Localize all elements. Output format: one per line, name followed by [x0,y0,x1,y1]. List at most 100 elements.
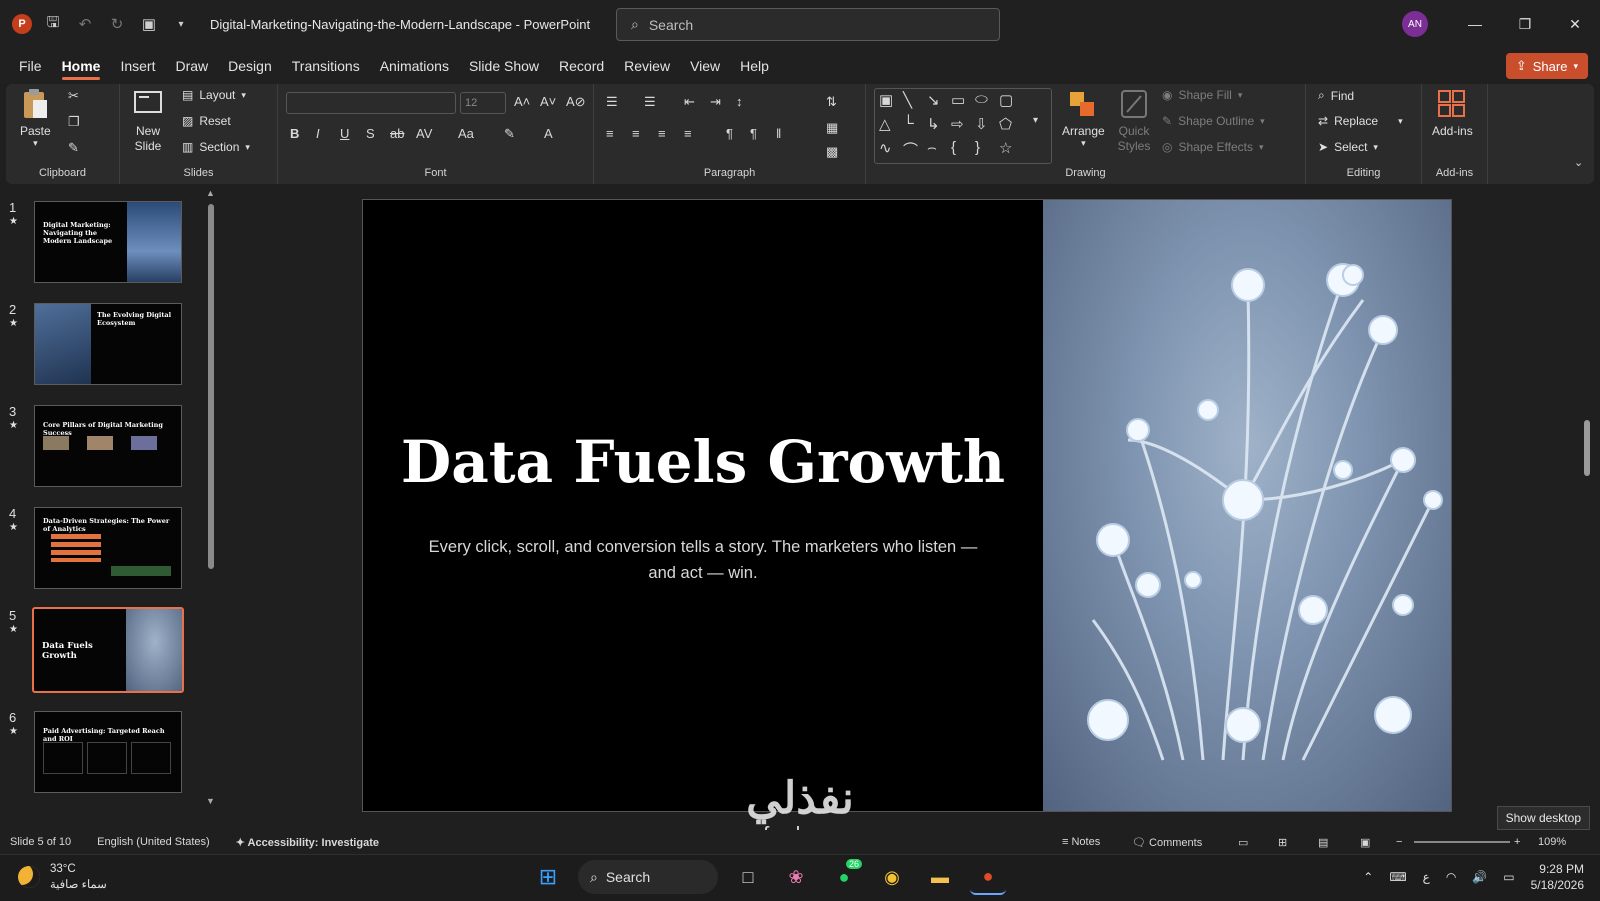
character-spacing-icon[interactable]: AV [416,126,432,141]
chrome-icon[interactable]: ◉ [874,859,910,895]
rounded-rect-shape-icon[interactable]: ▢ [999,91,1013,109]
shape-effects-button[interactable]: ◎ Shape Effects ▾ [1162,140,1264,154]
clear-formatting-icon[interactable]: A⊘ [566,94,586,110]
wifi-icon[interactable]: ◠ [1446,870,1456,884]
tab-review[interactable]: Review [624,52,670,80]
right-brace-shape-icon[interactable]: } [975,139,980,156]
share-button[interactable]: ⇪ Share ▾ [1505,53,1588,79]
align-center-icon[interactable]: ≡ [632,126,640,141]
replace-button[interactable]: ⇄ Replace ▾ [1318,114,1403,128]
highlight-icon[interactable]: ✎ [504,126,515,142]
search-input[interactable]: ⌕ Search [616,8,1000,41]
underline-icon[interactable]: U [340,126,349,141]
present-icon[interactable]: ▣ [138,13,160,35]
textbox-shape-icon[interactable]: ▣ [879,91,893,109]
thumbnails-scrollbar[interactable]: ▲ ▼ [206,188,216,828]
zoom-level[interactable]: 109% [1538,836,1566,848]
zoom-in-icon[interactable]: + [1514,836,1520,848]
undo-icon[interactable]: ↶ [74,13,96,35]
copilot-icon[interactable]: ❀ [778,859,814,895]
copy-icon[interactable]: ❐ [68,114,80,130]
reset-button[interactable]: ▨ Reset [182,114,231,128]
tab-insert[interactable]: Insert [120,52,155,80]
increase-font-icon[interactable]: A˄ [514,94,530,109]
font-size-select[interactable]: 12 [460,92,506,114]
align-text-icon[interactable]: ▦ [826,120,838,136]
slideshow-view-icon[interactable]: ▣ [1360,836,1370,849]
whatsapp-icon[interactable]: ● 26 [826,859,862,895]
rtl-icon[interactable]: ¶ [750,126,757,141]
volume-icon[interactable]: 🔊 [1472,870,1487,884]
scrollbar-thumb[interactable] [208,204,214,569]
arrange-button[interactable]: Arrange ▾ [1062,88,1105,149]
slide-subtitle[interactable]: Every click, scroll, and conversion tell… [421,534,985,586]
battery-icon[interactable]: ▭ [1503,870,1514,884]
line-shape-icon[interactable]: ╲ [903,91,912,109]
slide-thumbnail-4[interactable]: Data-Driven Strategies: The Power of Ana… [34,507,182,589]
star-shape-icon[interactable]: ☆ [999,139,1012,157]
slide-thumbnail-3[interactable]: Core Pillars of Digital Marketing Succes… [34,405,182,487]
format-painter-icon[interactable]: ✎ [68,140,79,156]
save-icon[interactable]: 🖫 [42,13,64,35]
columns-icon[interactable]: ‖ [776,126,781,141]
find-button[interactable]: ⌕ Find [1318,88,1354,103]
text-direction-icon[interactable]: ⇅ [826,94,837,110]
language-indicator[interactable]: English (United States) [97,836,210,848]
align-left-icon[interactable]: ≡ [606,126,614,141]
restore-button[interactable]: ❐ [1500,0,1550,48]
tab-animations[interactable]: Animations [380,52,449,80]
shapes-gallery[interactable]: ▣ ╲ ↘ ▭ ⬭ ▢ △ └ ↳ ⇨ ⇩ ⬠ ∿ ⌒ ⌢ { } ☆ ▾ [874,88,1052,164]
weather-widget[interactable]: 33°C سماء صافية [18,861,107,893]
oval-shape-icon[interactable]: ⬭ [975,91,988,108]
bold-icon[interactable]: B [290,126,299,141]
slide-title[interactable]: Data Fuels Growth [363,428,1043,496]
zoom-out-icon[interactable]: − [1396,836,1402,848]
minimize-button[interactable]: — [1450,0,1500,48]
tab-file[interactable]: File [19,52,42,80]
curve-shape-icon[interactable]: ⌢ [927,139,937,156]
align-right-icon[interactable]: ≡ [658,126,666,141]
justify-icon[interactable]: ≡ [684,126,692,141]
shadow-icon[interactable]: S [366,126,375,141]
notes-button[interactable]: ≡ Notes [1062,836,1100,848]
current-slide[interactable]: Data Fuels Growth Every click, scroll, a… [362,199,1452,812]
addins-button[interactable]: Add-ins [1432,88,1473,138]
windows-start-icon[interactable]: ⊞ [530,859,566,895]
taskbar-search[interactable]: ⌕ Search [578,860,718,894]
arrow-line-shape-icon[interactable]: ↘ [927,91,940,109]
powerpoint-taskbar-icon[interactable]: ● [970,859,1006,895]
line-spacing-icon[interactable]: ↕ [736,94,743,109]
language-indicator[interactable]: ع [1423,870,1430,884]
bullets-icon[interactable]: ☰ [606,94,618,110]
clock[interactable]: 9:28 PM 5/18/2026 [1531,861,1584,893]
tab-transitions[interactable]: Transitions [292,52,360,80]
comments-button[interactable]: 🗨 Comments [1132,836,1202,849]
slide-thumbnail-5[interactable]: Data Fuels Growth [32,607,184,693]
decrease-font-icon[interactable]: A˅ [540,94,556,109]
editor-scrollbar[interactable] [1582,190,1592,820]
slide-thumbnail-6[interactable]: Paid Advertising: Targeted Reach and ROI [34,711,182,793]
italic-icon[interactable]: I [316,126,320,141]
close-button[interactable]: ✕ [1550,0,1600,48]
slide-network-image[interactable] [1043,200,1451,811]
change-case-icon[interactable]: Aa [458,126,474,141]
chevron-up-icon[interactable]: ⌃ [1363,870,1373,884]
accessibility-checker[interactable]: ✦ Accessibility: Investigate [236,836,379,849]
tab-help[interactable]: Help [740,52,769,80]
shape-fill-button[interactable]: ◉ Shape Fill ▾ [1162,88,1242,102]
cut-icon[interactable]: ✂ [68,88,79,104]
freeform-shape-icon[interactable]: ∿ [879,139,892,157]
reading-view-icon[interactable]: ▤ [1318,836,1328,849]
avatar[interactable]: AN [1402,11,1428,37]
shape-outline-button[interactable]: ✎ Shape Outline ▾ [1162,114,1265,128]
collapse-ribbon-icon[interactable]: ⌄ [1574,156,1583,169]
arc-shape-icon[interactable]: ⌒ [903,139,918,160]
down-arrow-shape-icon[interactable]: ⇩ [975,115,988,133]
numbering-icon[interactable]: ☰ [644,94,656,110]
pentagon-shape-icon[interactable]: ⬠ [999,115,1012,133]
increase-indent-icon[interactable]: ⇥ [710,94,721,110]
triangle-shape-icon[interactable]: △ [879,115,891,133]
customize-qat-icon[interactable]: ▾ [170,13,192,35]
tab-draw[interactable]: Draw [175,52,208,80]
select-button[interactable]: ➤ Select ▾ [1318,140,1378,154]
